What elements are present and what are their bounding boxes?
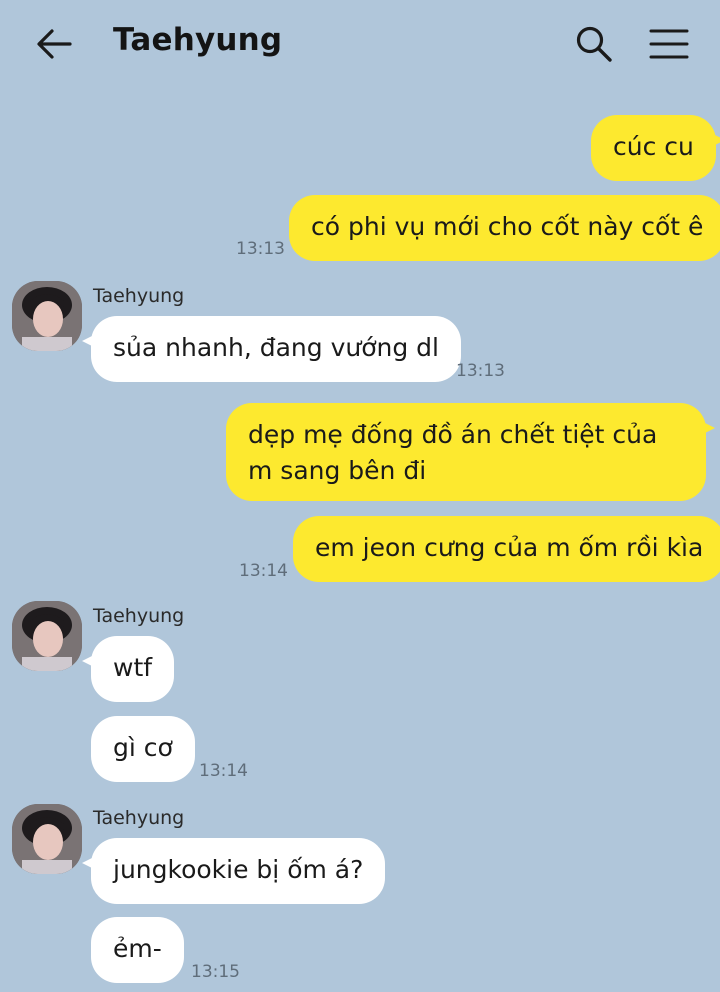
message-timestamp: 13:14	[239, 561, 288, 581]
sender-name: Taehyung	[93, 285, 185, 307]
chat-title: Taehyung	[113, 22, 283, 58]
arrow-left-icon[interactable]	[34, 26, 74, 62]
avatar-photo	[12, 804, 82, 874]
message-bubble-sent[interactable]: em jeon cưng của m ốm rồi kìa	[293, 516, 720, 582]
message-bubble-sent[interactable]: có phi vụ mới cho cốt này cốt ê	[289, 195, 720, 261]
message-bubble-received[interactable]: gì cơ	[91, 716, 195, 782]
hamburger-menu-icon[interactable]	[648, 26, 690, 62]
message-bubble-sent[interactable]: cúc cu	[591, 115, 720, 181]
message-timestamp: 13:13	[456, 361, 505, 381]
message-bubble-sent[interactable]: dẹp mẹ đống đồ án chết tiệt của m sang b…	[226, 403, 715, 501]
message-bubble-received[interactable]: jungkookie bị ốm á?	[81, 838, 386, 904]
sender-name: Taehyung	[93, 605, 185, 627]
avatar[interactable]	[12, 601, 82, 671]
message-bubble-received[interactable]: ẻm-	[91, 917, 184, 983]
avatar[interactable]	[12, 804, 82, 874]
search-icon[interactable]	[574, 24, 614, 64]
message-timestamp: 13:13	[236, 239, 285, 259]
avatar[interactable]	[12, 281, 82, 351]
chat-header: Taehyung	[0, 0, 720, 92]
avatar-photo	[12, 281, 82, 351]
sender-name: Taehyung	[93, 807, 185, 829]
avatar-photo	[12, 601, 82, 671]
message-bubble-received[interactable]: sủa nhanh, đang vướng dl	[82, 316, 461, 382]
message-timestamp: 13:14	[199, 761, 248, 781]
message-bubble-received[interactable]: wtf	[81, 636, 175, 702]
message-timestamp: 13:15	[191, 962, 240, 982]
